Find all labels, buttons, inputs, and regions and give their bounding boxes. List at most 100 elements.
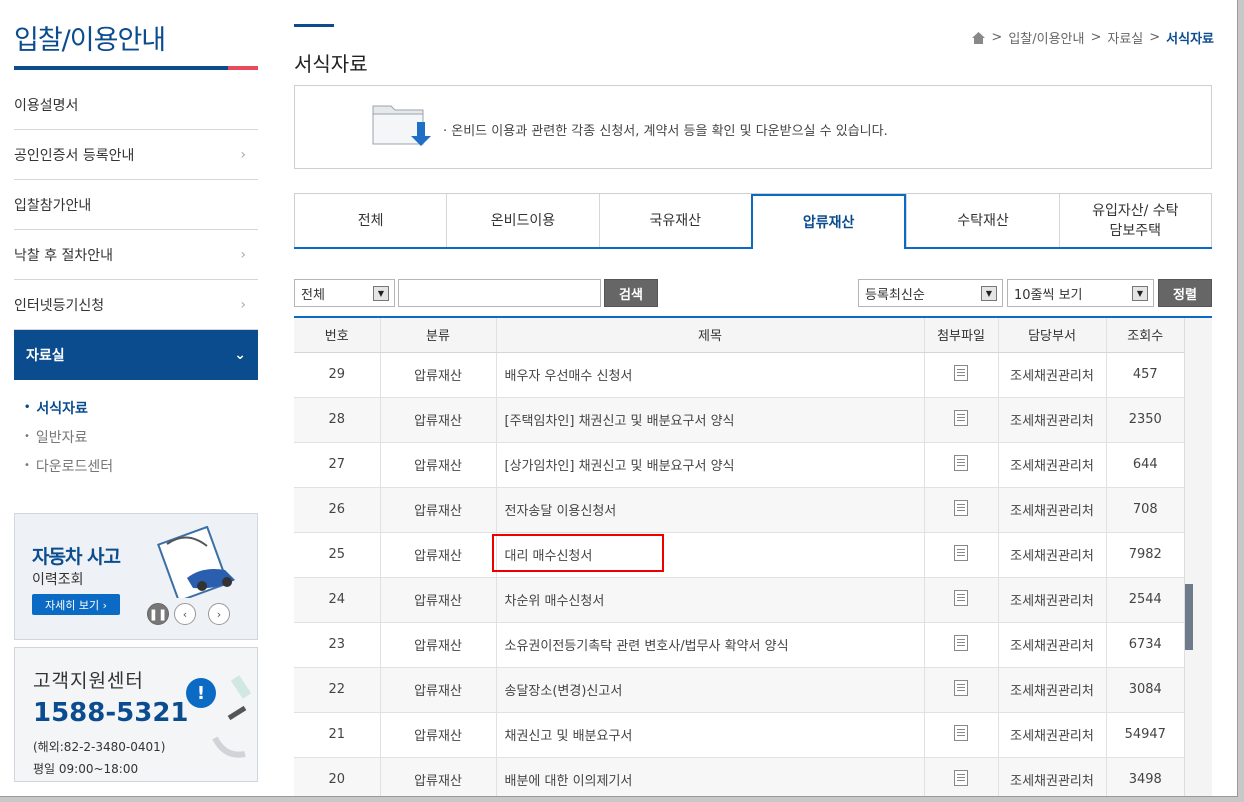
pause-button[interactable]: ❚❚ <box>147 603 169 625</box>
file-icon[interactable] <box>954 454 968 471</box>
row-title-link[interactable]: 채권신고 및 배분요구서 <box>495 712 924 758</box>
row-no: 20 <box>294 757 380 796</box>
tab-onbid[interactable]: 온비드이용 <box>446 194 599 247</box>
row-category: 압류재산 <box>379 397 496 443</box>
sort-button[interactable]: 정렬 <box>1158 279 1212 307</box>
row-title-link[interactable]: 대리 매수신청서 <box>495 532 924 578</box>
table-row: 24 압류재산 차순위 매수신청서 조세채권관리처 2544 <box>294 577 1184 623</box>
file-icon[interactable] <box>954 544 968 561</box>
row-attachment[interactable] <box>923 487 998 533</box>
file-icon[interactable] <box>954 724 968 741</box>
table-row: 29 압류재산 배우자 우선매수 신청서 조세채권관리처 457 <box>294 352 1184 398</box>
chevron-right-icon: › <box>240 246 246 263</box>
file-icon[interactable] <box>954 769 968 786</box>
sidebar-item-library[interactable]: 자료실 ⌄ <box>14 330 258 380</box>
sidebar-item-certificate[interactable]: 공인인증서 등록안내 › <box>14 130 258 180</box>
page-size-select[interactable]: 10줄씩 보기 ▼ <box>1007 279 1154 307</box>
row-category: 압류재산 <box>379 532 496 578</box>
search-button[interactable]: 검색 <box>604 279 658 307</box>
breadcrumb-item[interactable]: 입찰/이용안내 <box>1008 28 1084 47</box>
row-no: 28 <box>294 397 380 443</box>
table-row: 23 압류재산 소유권이전등기촉탁 관련 변호사/법무사 확약서 양식 조세채권… <box>294 622 1184 668</box>
submenu-item-downloads[interactable]: • 다운로드센터 <box>24 451 113 480</box>
row-no: 23 <box>294 622 380 668</box>
row-attachment[interactable] <box>923 667 998 713</box>
row-title-link[interactable]: 소유권이전등기촉탁 관련 변호사/법무사 확약서 양식 <box>495 622 924 668</box>
next-button[interactable]: › <box>208 603 230 625</box>
page-title: 서식자료 <box>294 52 368 76</box>
sidebar-item-after-award[interactable]: 낙찰 후 절차안내 › <box>14 230 258 280</box>
row-attachment[interactable] <box>923 757 998 796</box>
row-no: 29 <box>294 352 380 398</box>
cs-title: 고객지원센터 <box>33 670 144 692</box>
main-content: 서식자료 > 입찰/이용안내 > 자료실 > 서식자료 · 온비드 이용과 관련… <box>294 0 1214 796</box>
banner-subtitle: 이력조회 <box>32 572 84 588</box>
row-attachment[interactable] <box>923 442 998 488</box>
submenu-item-general[interactable]: • 일반자료 <box>24 422 113 451</box>
home-icon[interactable] <box>972 31 986 44</box>
row-title-link[interactable]: [상가임차인] 채권신고 및 배분요구서 양식 <box>495 442 924 488</box>
row-views: 2544 <box>1105 577 1184 623</box>
row-category: 압류재산 <box>379 487 496 533</box>
row-title-link[interactable]: 송달장소(변경)신고서 <box>495 667 924 713</box>
file-icon[interactable] <box>954 364 968 381</box>
table-row: 26 압류재산 전자송달 이용신청서 조세채권관리처 708 <box>294 487 1184 533</box>
tab-acquired[interactable]: 유입자산/ 수탁담보주택 <box>1058 194 1212 247</box>
sidebar-item-label: 공인인증서 등록안내 <box>14 147 135 164</box>
tab-trust[interactable]: 수탁재산 <box>906 194 1059 247</box>
row-attachment[interactable] <box>923 622 998 668</box>
row-title-link[interactable]: 배우자 우선매수 신청서 <box>495 352 924 398</box>
chevron-down-icon: ⌄ <box>234 347 246 363</box>
row-views: 3498 <box>1105 757 1184 796</box>
phone-icon <box>212 675 252 758</box>
sidebar-item-manual[interactable]: 이용설명서 <box>14 80 258 130</box>
header-views: 조회수 <box>1105 318 1184 353</box>
sidebar-item-registry[interactable]: 인터넷등기신청 › <box>14 280 258 330</box>
category-tabs: 전체 온비드이용 국유재산 압류재산 수탁재산 유입자산/ 수탁담보주택 <box>294 193 1212 249</box>
row-attachment[interactable] <box>923 397 998 443</box>
row-attachment[interactable] <box>923 532 998 578</box>
row-attachment[interactable] <box>923 352 998 398</box>
header-no: 번호 <box>294 318 380 353</box>
scrollbar-thumb[interactable] <box>1185 584 1193 650</box>
file-icon[interactable] <box>954 409 968 426</box>
breadcrumb-current: 서식자료 <box>1166 32 1214 47</box>
search-input[interactable] <box>398 279 601 307</box>
bullet-icon: • <box>24 402 31 413</box>
file-icon[interactable] <box>954 679 968 696</box>
customer-center-banner[interactable]: 고객지원센터 1588-5321 (해외:82-2-3480-0401) 평일 … <box>14 647 258 782</box>
tab-all[interactable]: 전체 <box>294 194 447 247</box>
tab-national[interactable]: 국유재산 <box>598 194 751 247</box>
sidebar-item-bidding[interactable]: 입찰참가안내 <box>14 180 258 230</box>
row-department: 조세채권관리처 <box>997 397 1106 443</box>
row-title-link[interactable]: 전자송달 이용신청서 <box>495 487 924 533</box>
row-attachment[interactable] <box>923 712 998 758</box>
breadcrumb-item[interactable]: 자료실 <box>1107 28 1143 47</box>
table-scrollbar[interactable] <box>1184 318 1212 796</box>
sidebar-menu: 이용설명서 공인인증서 등록안내 › 입찰참가안내 낙찰 후 절차안내 › 인터넷등… <box>14 80 258 380</box>
car-accident-banner[interactable]: 자동차 사고 이력조회 자세히 보기 › ❚❚ ‹ › <box>14 513 258 640</box>
row-views: 708 <box>1105 487 1184 533</box>
row-title-link[interactable]: [주택임차인] 채권신고 및 배분요구서 양식 <box>495 397 924 443</box>
table-row: 27 압류재산 [상가임차인] 채권신고 및 배분요구서 양식 조세채권관리처 … <box>294 442 1184 488</box>
details-button[interactable]: 자세히 보기 › <box>32 594 120 615</box>
file-icon[interactable] <box>954 589 968 606</box>
file-icon[interactable] <box>954 634 968 651</box>
category-select[interactable]: 전체 ▼ <box>294 279 395 307</box>
row-attachment[interactable] <box>923 577 998 623</box>
sort-select[interactable]: 등록최신순 ▼ <box>858 279 1003 307</box>
sidebar-item-label: 인터넷등기신청 <box>14 297 105 314</box>
dropdown-arrow-icon: ▼ <box>981 286 997 301</box>
breadcrumb-separator: > <box>991 30 1003 45</box>
row-title-link[interactable]: 배분에 대한 이의제기서 <box>495 757 924 796</box>
sidebar-submenu: • 서식자료 • 일반자료 • 다운로드센터 <box>24 393 113 480</box>
row-no: 24 <box>294 577 380 623</box>
row-department: 조세채권관리처 <box>997 577 1106 623</box>
tab-seized[interactable]: 압류재산 <box>750 194 907 249</box>
row-title-link[interactable]: 차순위 매수신청서 <box>495 577 924 623</box>
info-box: · 온비드 이용과 관련한 각종 신청서, 계약서 등을 확인 및 다운받으실 … <box>294 85 1212 169</box>
submenu-item-forms[interactable]: • 서식자료 <box>24 393 113 422</box>
prev-button[interactable]: ‹ <box>174 603 196 625</box>
row-department: 조세채권관리처 <box>997 442 1106 488</box>
file-icon[interactable] <box>954 499 968 516</box>
